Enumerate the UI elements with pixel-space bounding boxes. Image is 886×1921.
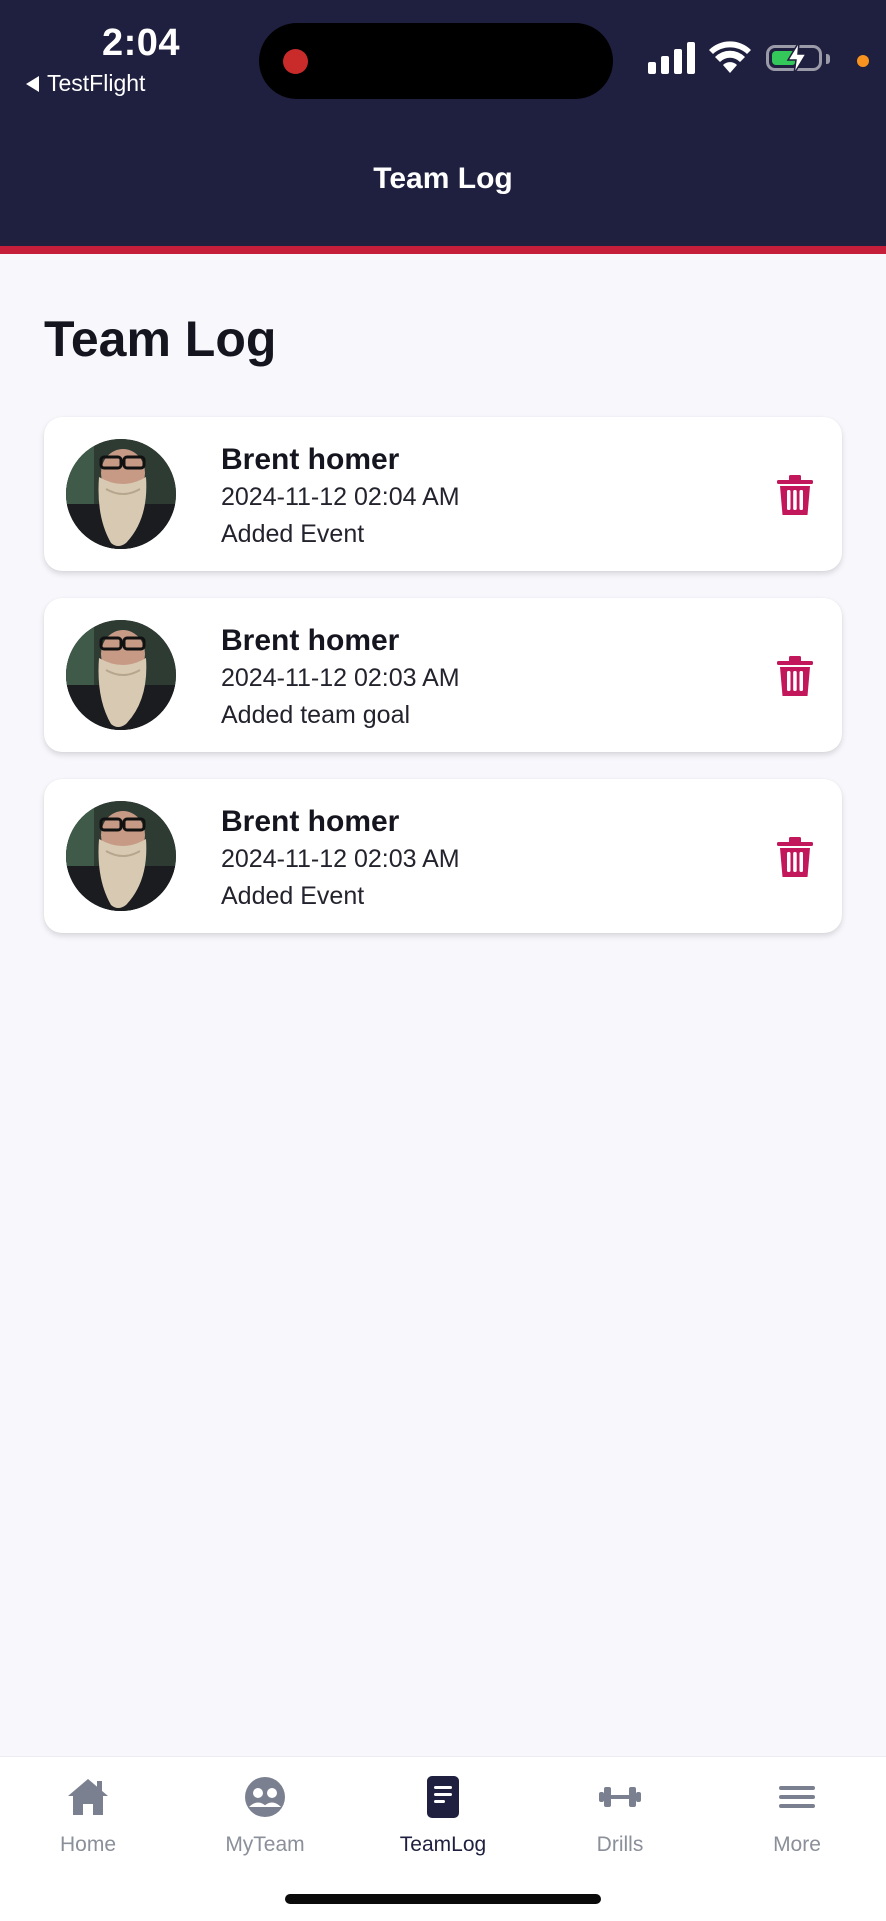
avatar-photo <box>66 620 176 730</box>
menu-icon <box>779 1786 815 1808</box>
tab-label: Home <box>59 1833 117 1856</box>
tab-more[interactable]: More <box>717 1757 877 1877</box>
log-list: Brent homer 2024-11-12 02:04 AM Added Ev… <box>44 417 842 960</box>
avatar-photo <box>66 439 176 549</box>
dumbbell-icon <box>599 1787 641 1807</box>
cellular-signal-icon <box>648 42 696 74</box>
tab-label: TeamLog <box>399 1833 487 1856</box>
status-time: 2:04 <box>101 22 181 64</box>
log-timestamp: 2024-11-12 02:04 AM <box>221 483 460 511</box>
avatar <box>66 801 176 911</box>
log-action: Added Event <box>221 882 365 910</box>
tab-teamlog[interactable]: TeamLog <box>363 1757 523 1877</box>
log-entry-card: Brent homer 2024-11-12 02:03 AM Added te… <box>44 598 842 752</box>
tab-label: More <box>773 1833 821 1856</box>
tab-myteam[interactable]: MyTeam <box>185 1757 345 1877</box>
avatar <box>66 620 176 730</box>
log-entry-card: Brent homer 2024-11-12 02:04 AM Added Ev… <box>44 417 842 571</box>
home-icon <box>68 1779 108 1815</box>
page-title: Team Log <box>44 311 277 367</box>
log-action: Added team goal <box>221 701 411 729</box>
delete-trash-icon[interactable] <box>776 836 814 878</box>
document-icon <box>427 1776 459 1818</box>
dynamic-island <box>259 23 613 99</box>
log-entry-card: Brent homer 2024-11-12 02:03 AM Added Ev… <box>44 779 842 933</box>
back-arrow-icon <box>26 75 39 92</box>
log-user-name: Brent homer <box>221 624 400 657</box>
privacy-indicator-icon <box>857 55 869 67</box>
charging-bolt-icon <box>786 41 808 75</box>
delete-trash-icon[interactable] <box>776 655 814 697</box>
delete-trash-icon[interactable] <box>776 474 814 516</box>
app-header: 2:04 TestFlight Team Log <box>0 0 886 246</box>
home-indicator <box>285 1894 601 1904</box>
tab-label: Drills <box>596 1833 644 1856</box>
log-action: Added Event <box>221 520 365 548</box>
header-accent-bar <box>0 246 886 254</box>
back-link-label: TestFlight <box>47 70 146 96</box>
back-to-testflight-link[interactable]: TestFlight <box>26 70 145 97</box>
recording-indicator-icon <box>283 49 308 74</box>
log-user-name: Brent homer <box>221 805 400 838</box>
tab-home[interactable]: Home <box>8 1757 168 1877</box>
tab-label: MyTeam <box>225 1833 305 1856</box>
avatar-photo <box>66 801 176 911</box>
team-icon <box>245 1777 285 1817</box>
tab-drills[interactable]: Drills <box>540 1757 700 1877</box>
log-timestamp: 2024-11-12 02:03 AM <box>221 845 460 873</box>
nav-title: Team Log <box>373 162 513 195</box>
wifi-icon <box>709 41 751 73</box>
log-timestamp: 2024-11-12 02:03 AM <box>221 664 460 692</box>
avatar <box>66 439 176 549</box>
log-user-name: Brent homer <box>221 443 400 476</box>
